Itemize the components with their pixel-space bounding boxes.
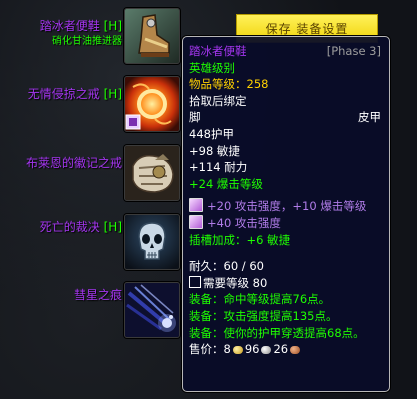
armor-type: 皮甲 [358,110,381,125]
silver-amount: 96 [244,342,260,357]
slot-item-name: 踏冰者便鞋 [39,19,100,33]
socket-row-1: +20 攻击强度，+10 爆击等级 [189,198,383,215]
gem-socket-icon [189,214,203,229]
slot-type-row: 脚 皮甲 [189,109,383,126]
required-level: 需要等级 80 [189,275,383,292]
equip-effect-2: 装备：攻击强度提高135点。 [189,308,338,323]
sell-label: 售价： [189,342,224,357]
slot-row-finger2[interactable]: 布莱恩的徽记之戒 [0,137,190,201]
silver-coin-icon [261,346,272,355]
equip-effect-3: 装备：使你的护甲穿透提高68点。 [189,325,365,340]
slot-name: 死亡的裁决 [H] [40,218,122,235]
equip-slot: 脚 [189,110,201,125]
slot-item-name: 彗星之痕 [73,288,122,302]
copper-coin-icon [290,346,301,355]
tooltip-title-row: 踏冰者便鞋 [Phase 3] [189,43,383,60]
crit-stat: +24 爆击等级 [189,176,263,191]
checkbox-icon [189,275,201,288]
item-tooltip: 踏冰者便鞋 [Phase 3] 英雄级别 物品等级：258 拾取后绑定 脚 皮甲… [182,36,390,392]
socket-gem-2: +40 攻击强度 [207,215,281,230]
fist-ring-icon[interactable] [124,145,180,201]
slot-item-name: 死亡的裁决 [39,220,100,234]
slot-name: 彗星之痕 [74,286,122,303]
slot-row-trinket2[interactable]: 彗星之痕 [0,274,190,338]
heroic-tag: [H] [103,87,122,101]
socket-row-2: +40 攻击强度 [189,214,383,232]
armor-value: 448护甲 [189,126,234,141]
heroic-tag: [H] [103,220,122,234]
skull-trinket-icon[interactable] [124,214,180,270]
required-level-text: 需要等级 80 [203,275,268,290]
gem-socket-icon [189,198,203,213]
agility-stat: +98 敏捷 [189,143,240,158]
fire-ring-icon[interactable] [124,76,180,132]
boots-icon[interactable] [124,8,180,64]
gold-amount: 8 [223,342,231,357]
copper-amount: 26 [273,342,289,357]
equip-effect-1: 装备：命中等级提高76点。 [189,292,331,307]
slot-row-trinket1[interactable]: 死亡的裁决 [H] [0,206,190,270]
phase-label: [Phase 3] [326,44,381,58]
enchant-name: 硝化甘油推进器 [52,36,122,47]
durability: 耐久：60 / 60 [189,259,264,274]
slot-name: 无情侵掠之戒 [H] [28,85,122,102]
stamina-stat: +114 耐力 [189,160,248,175]
slot-item-name: 无情侵掠之戒 [27,87,100,101]
socket-bonus: 插槽加成：+6 敏捷 [189,232,291,247]
heroic-tag: [H] [103,19,122,33]
slot-item-name: 布莱恩的徽记之戒 [25,156,122,170]
sell-price-row: 售价：8 96 26 [189,341,383,358]
bind-type: 拾取后绑定 [189,93,247,108]
gold-coin-icon [232,346,243,355]
slot-name: 布莱恩的徽记之戒 [26,154,122,171]
item-level: 物品等级：258 [189,77,269,92]
slot-row-feet[interactable]: 踏冰者便鞋 [H] 硝化甘油推进器 [0,0,190,64]
tooltip-item-name: 踏冰者便鞋 [189,44,247,58]
socket-gem-1: +20 攻击强度，+10 爆击等级 [207,199,367,214]
slot-row-finger1[interactable]: 无情侵掠之戒 [H] [0,68,190,132]
comet-trinket-icon[interactable] [124,282,180,338]
quality-label: 英雄级别 [189,60,235,75]
